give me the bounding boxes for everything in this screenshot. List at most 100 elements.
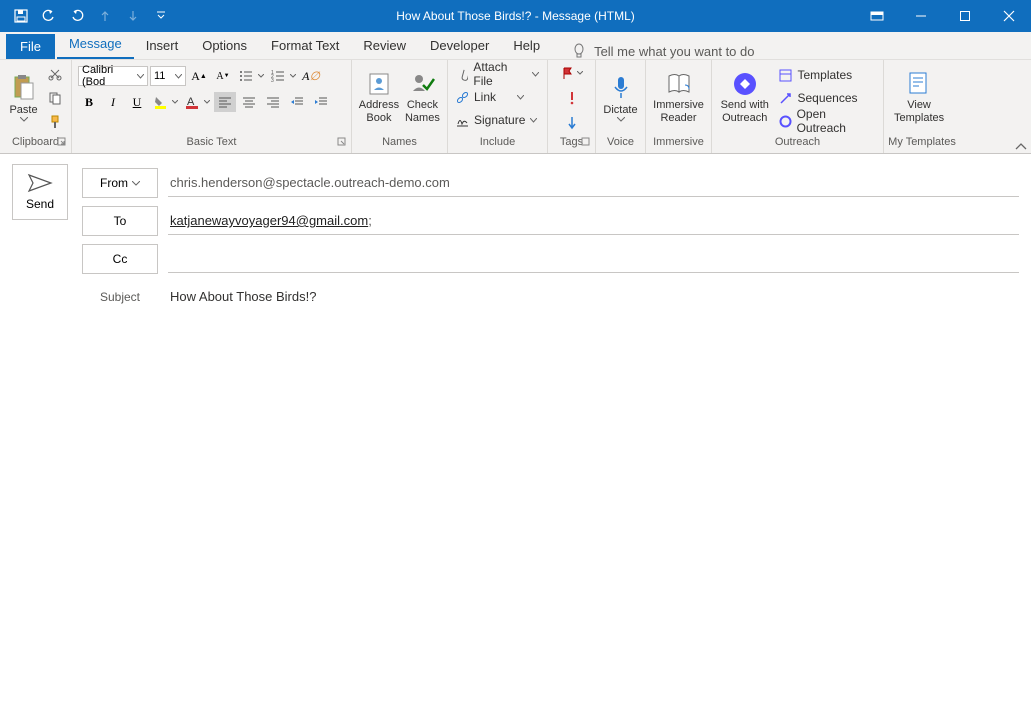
immersive-reader-label: Immersive Reader [653, 99, 704, 125]
templates-icon [779, 69, 792, 82]
address-book-button[interactable]: Address Book [356, 69, 402, 127]
from-field[interactable]: chris.henderson@spectacle.outreach-demo.… [168, 169, 1019, 197]
redo-button[interactable] [64, 4, 90, 28]
microphone-icon [610, 74, 632, 102]
ribbon: Paste Clipboard Calibri (Bod 11 A▲ A▼ 12… [0, 60, 1031, 154]
send-with-outreach-label: Send with Outreach [721, 99, 769, 125]
highlight-button[interactable] [150, 92, 180, 112]
signature-label: Signature [474, 113, 525, 127]
attach-file-label: Attach File [473, 60, 527, 88]
chevron-up-icon [1015, 143, 1027, 151]
open-outreach-button[interactable]: Open Outreach [773, 110, 879, 132]
check-names-button[interactable]: Check Names [402, 69, 443, 127]
chevron-down-icon [617, 117, 625, 122]
increase-indent-button[interactable] [310, 92, 332, 112]
message-body[interactable] [0, 326, 1031, 706]
attach-file-button[interactable]: Attach File [450, 63, 545, 85]
bold-button[interactable]: B [78, 92, 100, 112]
grow-font-button[interactable]: A▲ [188, 66, 210, 86]
group-names: Address Book Check Names Names [352, 60, 448, 153]
tab-file[interactable]: File [6, 34, 55, 59]
send-button[interactable]: Send [12, 164, 68, 220]
cut-button[interactable] [43, 63, 67, 85]
tab-insert[interactable]: Insert [134, 32, 191, 59]
paste-button[interactable]: Paste [4, 62, 43, 134]
follow-up-button[interactable] [554, 62, 590, 84]
close-button[interactable] [987, 0, 1031, 32]
send-with-outreach-button[interactable]: Send with Outreach [716, 69, 773, 127]
low-importance-button[interactable] [560, 112, 584, 134]
shrink-font-button[interactable]: A▼ [212, 66, 234, 86]
address-book-label: Address Book [359, 99, 399, 125]
align-left-button[interactable] [214, 92, 236, 112]
cc-button[interactable]: Cc [82, 244, 158, 274]
dialog-launcher-icon[interactable] [581, 137, 593, 149]
cc-label: Cc [113, 252, 128, 266]
subject-field[interactable]: How About Those Birds!? [168, 283, 1019, 311]
align-right-button[interactable] [262, 92, 284, 112]
to-recipient[interactable]: katjanewayvoyager94@gmail.com [170, 213, 368, 228]
qat-customize[interactable] [148, 4, 174, 28]
minimize-button[interactable] [899, 0, 943, 32]
collapse-ribbon-button[interactable] [1015, 143, 1027, 151]
tab-message[interactable]: Message [57, 30, 134, 59]
cc-field[interactable] [168, 245, 1019, 273]
align-right-icon [266, 96, 280, 108]
save-button[interactable] [8, 4, 34, 28]
send-icon [27, 173, 53, 193]
sequences-button[interactable]: Sequences [773, 87, 879, 109]
lightbulb-icon [572, 43, 586, 59]
tab-help[interactable]: Help [501, 32, 552, 59]
underline-button[interactable]: U [126, 92, 148, 112]
indent-icon [314, 96, 328, 108]
format-painter-button[interactable] [43, 111, 67, 133]
tab-format-text[interactable]: Format Text [259, 32, 351, 59]
bullets-button[interactable] [236, 66, 266, 86]
font-selector[interactable]: Calibri (Bod [78, 66, 148, 86]
group-basic-text: Calibri (Bod 11 A▲ A▼ 123 A∅ B I U A [72, 60, 352, 153]
align-center-button[interactable] [238, 92, 260, 112]
font-color-button[interactable]: A [182, 92, 212, 112]
from-button[interactable]: From [82, 168, 158, 198]
copy-button[interactable] [43, 87, 67, 109]
subject-label: Subject [82, 290, 158, 304]
ribbon-display-button[interactable] [855, 0, 899, 32]
to-field[interactable]: katjanewayvoyager94@gmail.com; [168, 207, 1019, 235]
font-size-selector[interactable]: 11 [150, 66, 186, 86]
tab-options[interactable]: Options [190, 32, 259, 59]
highlight-icon [153, 95, 167, 109]
signature-button[interactable]: Signature [450, 109, 545, 131]
undo-button[interactable] [36, 4, 62, 28]
font-name: Calibri (Bod [82, 64, 137, 88]
maximize-button[interactable] [943, 0, 987, 32]
to-button[interactable]: To [82, 206, 158, 236]
exclamation-icon [568, 91, 576, 105]
check-names-icon [409, 71, 435, 97]
copy-icon [48, 91, 62, 105]
chevron-down-icon [530, 118, 537, 123]
view-templates-button[interactable]: View Templates [888, 69, 950, 127]
tab-developer[interactable]: Developer [418, 32, 501, 59]
tell-me-search[interactable]: Tell me what you want to do [572, 43, 754, 59]
group-clipboard: Paste Clipboard [0, 60, 72, 153]
align-left-icon [218, 96, 232, 108]
dialog-launcher-icon[interactable] [57, 137, 69, 149]
tags-group-label: Tags [560, 136, 583, 148]
link-button[interactable]: Link [450, 86, 545, 108]
basic-text-group-label: Basic Text [187, 136, 237, 148]
dialog-launcher-icon[interactable] [337, 137, 349, 149]
immersive-reader-button[interactable]: Immersive Reader [650, 69, 707, 127]
chevron-down-icon [137, 74, 144, 79]
numbering-button[interactable]: 123 [268, 66, 298, 86]
sequences-label: Sequences [797, 91, 857, 105]
my-templates-group-label: My Templates [884, 136, 960, 153]
chevron-down-icon [20, 117, 28, 122]
decrease-indent-button[interactable] [286, 92, 308, 112]
dictate-button[interactable]: Dictate [600, 72, 641, 124]
clear-formatting-button[interactable]: A∅ [300, 66, 322, 86]
italic-button[interactable]: I [102, 92, 124, 112]
high-importance-button[interactable] [560, 87, 584, 109]
arrow-down-icon [567, 116, 577, 130]
templates-button[interactable]: Templates [773, 64, 879, 86]
tab-review[interactable]: Review [351, 32, 418, 59]
